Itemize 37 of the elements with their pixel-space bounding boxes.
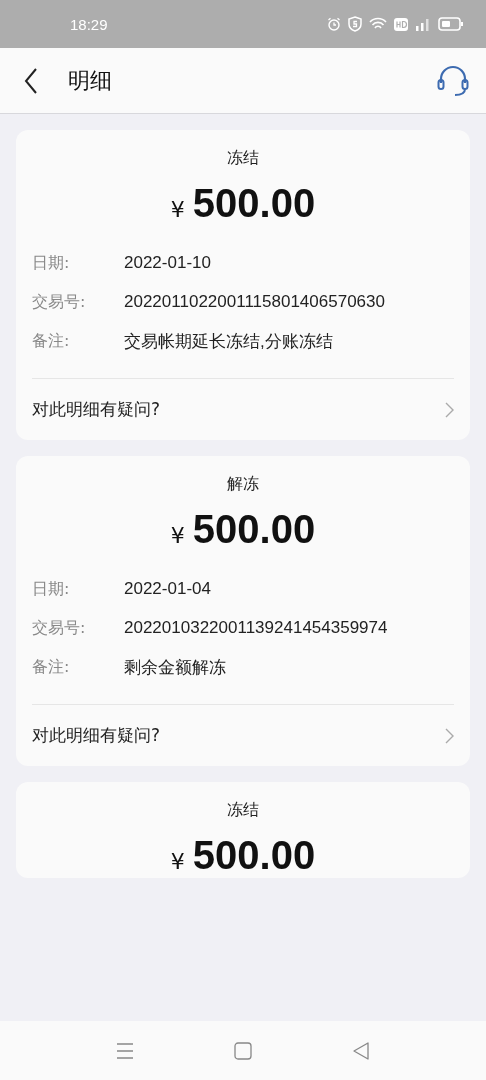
- field-label: 日期:: [32, 252, 71, 274]
- field-label: 备注:: [32, 330, 71, 352]
- home-icon[interactable]: [234, 1041, 252, 1060]
- status-time: 18:29: [70, 15, 108, 33]
- field-value: 2022010322001139241454359974: [124, 618, 388, 638]
- battery-icon: [438, 17, 464, 31]
- field-value: 交易帐期延长冻结,分账冻结: [124, 330, 333, 353]
- record-status: 冻结: [226, 148, 260, 169]
- field-label: 交易号:: [32, 291, 87, 313]
- record-amount: 500.00: [192, 181, 316, 226]
- chevron-right-icon: [445, 401, 454, 418]
- page-title: 明细: [68, 66, 113, 95]
- wifi-icon: [369, 17, 387, 31]
- currency-symbol: ¥: [170, 523, 185, 548]
- field-label: 备注:: [32, 656, 71, 678]
- field-label: 交易号:: [32, 617, 87, 639]
- chevron-right-icon: [445, 727, 454, 744]
- question-link[interactable]: 对此明细有疑问?: [32, 705, 454, 766]
- field-value: 2022-01-04: [124, 579, 211, 599]
- currency-symbol: ¥: [170, 197, 185, 222]
- back-triangle-icon[interactable]: [352, 1041, 370, 1060]
- question-link[interactable]: 对此明细有疑问?: [32, 379, 454, 440]
- field-label: 日期:: [32, 578, 71, 600]
- hd-icon: [394, 17, 408, 31]
- record-amount: 500.00: [192, 833, 316, 878]
- record-status: 解冻: [226, 474, 260, 495]
- field-value: 2022-01-10: [124, 253, 211, 273]
- alarm-icon: [327, 17, 341, 31]
- field-value: 剩余金额解冻: [124, 656, 226, 679]
- menu-icon[interactable]: [116, 1042, 134, 1059]
- headset-icon[interactable]: [436, 64, 470, 97]
- currency-symbol: ¥: [170, 849, 185, 874]
- record-amount: 500.00: [192, 507, 316, 552]
- signal-icon: [415, 17, 431, 31]
- shield-icon: [348, 16, 362, 32]
- record-status: 冻结: [226, 800, 260, 821]
- field-value: 2022011022001115801406570630: [124, 292, 385, 312]
